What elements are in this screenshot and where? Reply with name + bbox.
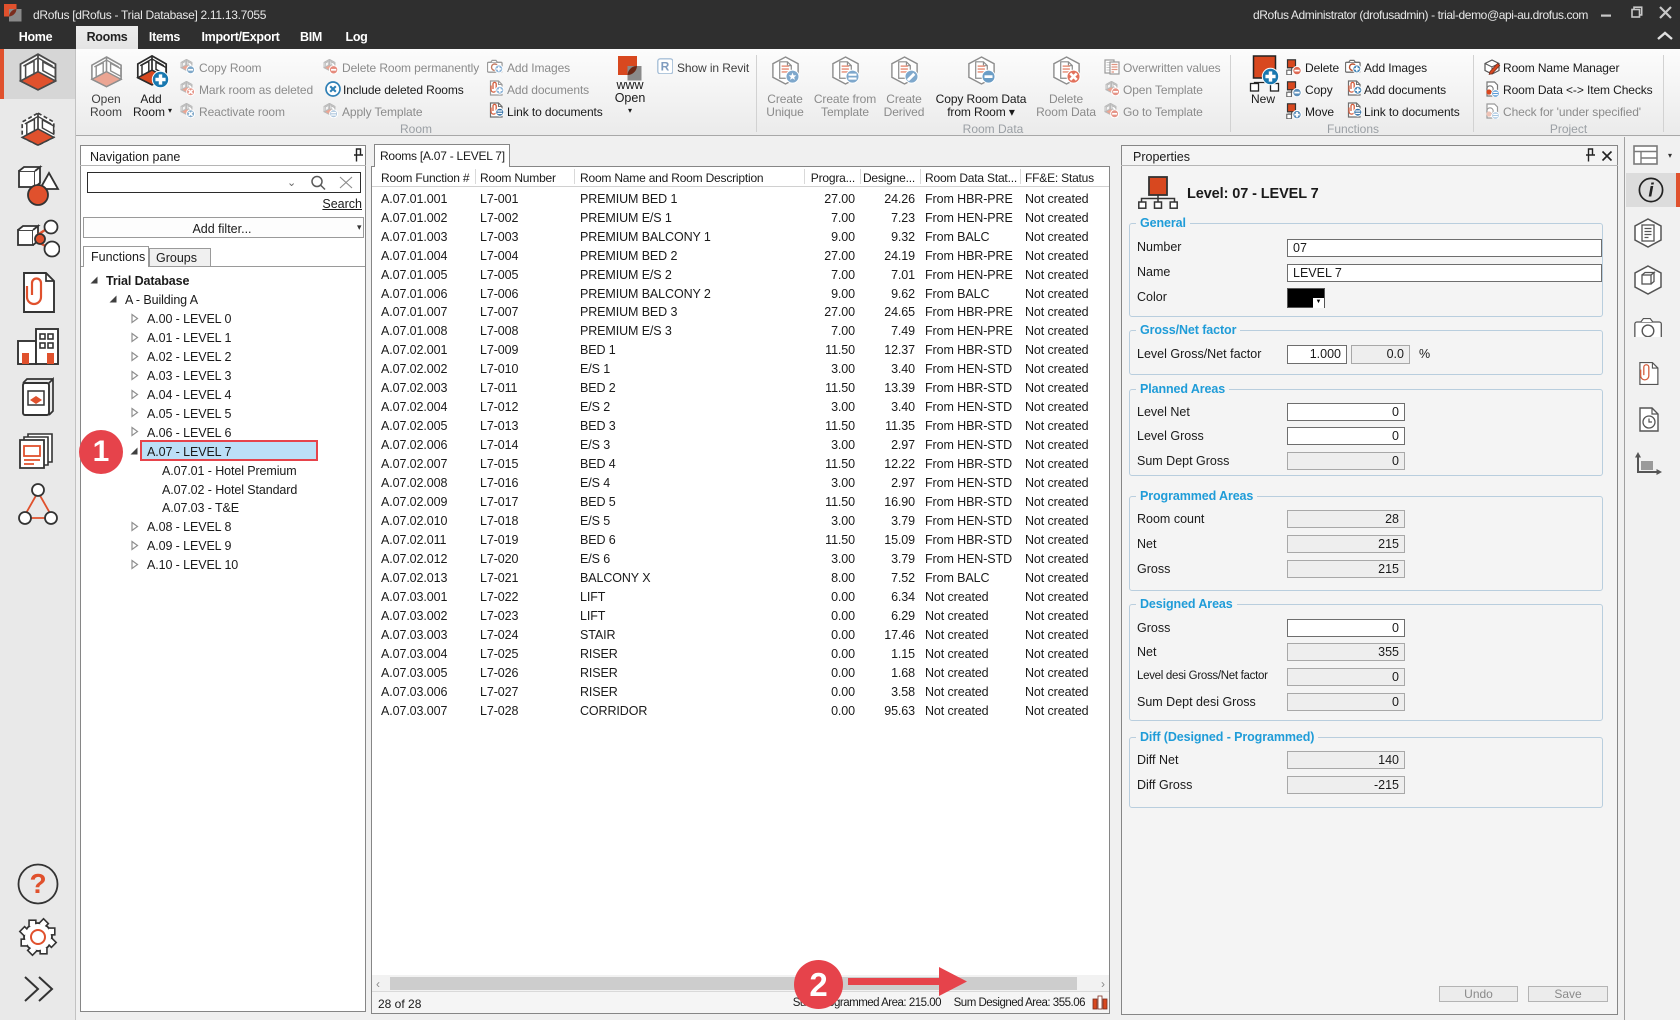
svg-text:?: ? — [29, 868, 46, 899]
svg-text:R: R — [661, 60, 670, 74]
svg-text:i: i — [1648, 181, 1654, 202]
